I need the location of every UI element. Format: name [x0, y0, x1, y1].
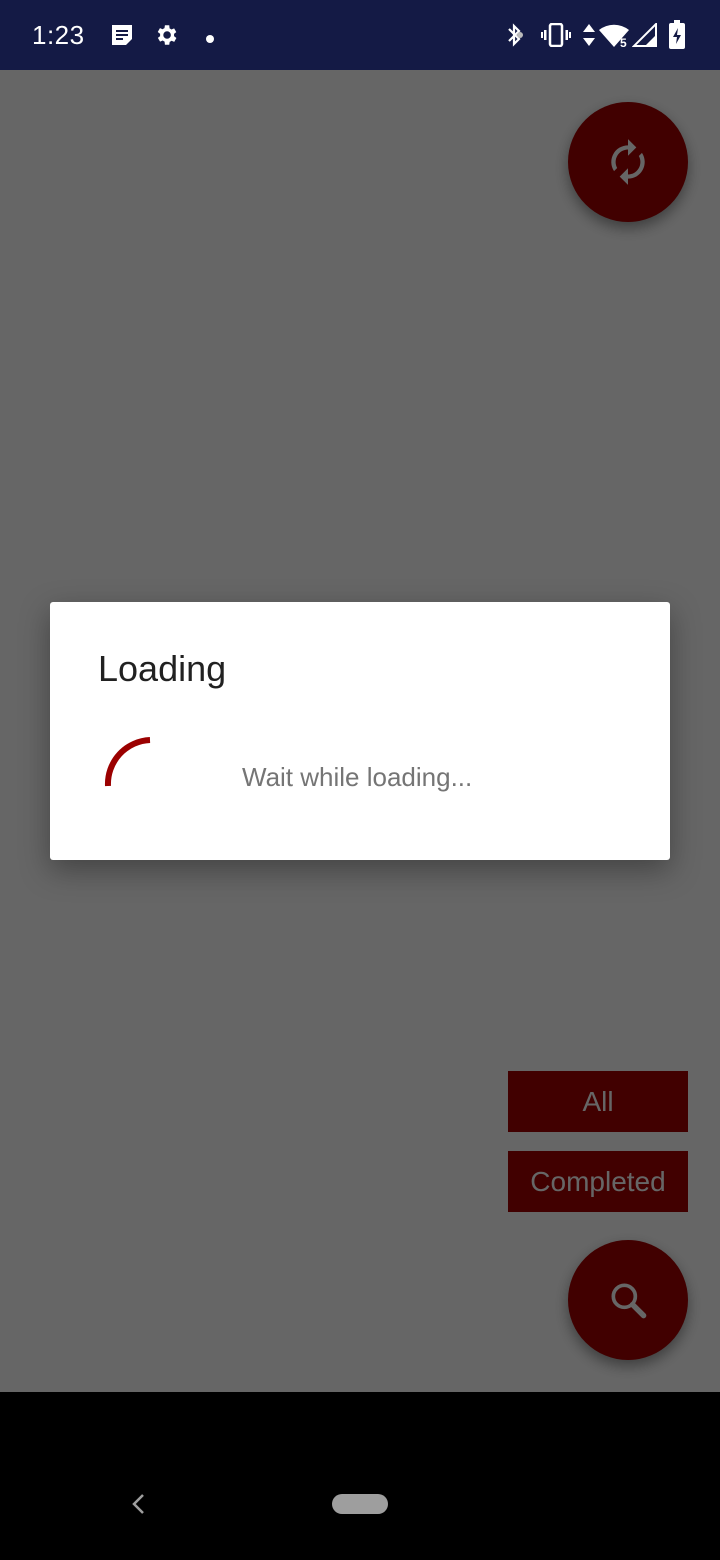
bluetooth-icon [505, 23, 525, 52]
loading-dialog: Loading Wait while loading... [50, 602, 670, 860]
battery-charging-icon [668, 20, 686, 55]
status-time: 1:23 [32, 20, 85, 50]
wifi-badge: 5 [620, 36, 627, 48]
status-bar: 1:23 5 [0, 0, 720, 70]
notification-dot-icon [205, 31, 215, 49]
navigation-bar [0, 1392, 720, 1560]
back-icon[interactable] [128, 1492, 150, 1521]
data-arrows-icon [582, 23, 596, 52]
settings-gear-icon [153, 22, 179, 53]
home-pill[interactable] [332, 1494, 388, 1514]
cellular-signal-icon [631, 21, 658, 52]
vibrate-icon [541, 22, 571, 52]
dialog-title: Loading [98, 648, 227, 689]
loading-spinner [104, 737, 151, 787]
dialog-message: Wait while loading... [242, 762, 473, 792]
notes-icon [110, 24, 134, 51]
wifi-icon: 5 [598, 22, 632, 53]
